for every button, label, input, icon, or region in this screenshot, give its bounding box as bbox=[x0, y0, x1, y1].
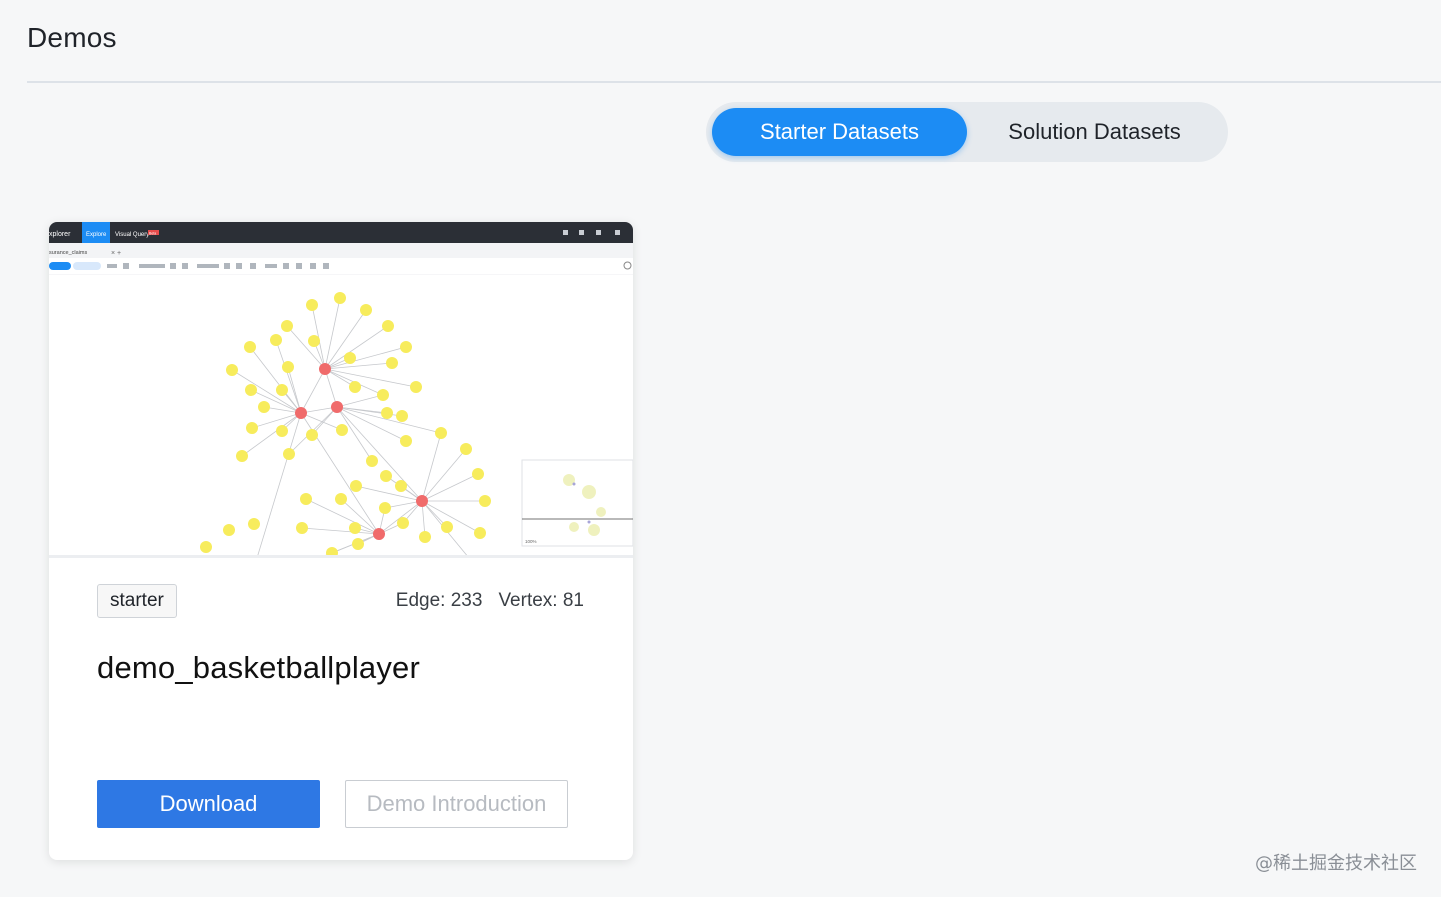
thumb-nav-explore: Explore bbox=[86, 232, 107, 238]
thumb-nav-visual-query: Visual Query bbox=[115, 232, 149, 238]
graph-node bbox=[386, 357, 398, 369]
graph-node bbox=[460, 443, 472, 455]
graph-node bbox=[350, 480, 362, 492]
demo-introduction-button[interactable]: Demo Introduction bbox=[345, 780, 568, 828]
graph-node bbox=[349, 522, 361, 534]
graph-node bbox=[246, 422, 258, 434]
graph-hub-node bbox=[319, 363, 331, 375]
graph-node bbox=[282, 361, 294, 373]
graph-node bbox=[344, 352, 356, 364]
graph-node bbox=[352, 538, 364, 550]
edge-count: Edge: 233 bbox=[395, 590, 483, 611]
graph-node bbox=[400, 341, 412, 353]
graph-node bbox=[479, 495, 491, 507]
thumb-tab-name: surance_claims bbox=[49, 250, 87, 256]
download-button[interactable]: Download bbox=[97, 780, 320, 828]
page-title: Demos bbox=[27, 22, 117, 53]
graph-node bbox=[244, 341, 256, 353]
graph-node bbox=[283, 448, 295, 460]
graph-node bbox=[308, 335, 320, 347]
graph-hub-node bbox=[416, 495, 428, 507]
graph-node bbox=[435, 427, 447, 439]
graph-node bbox=[296, 522, 308, 534]
thumb-zoom-text: 100% bbox=[525, 539, 537, 544]
dataset-name: demo_basketballplayer bbox=[97, 650, 421, 685]
tab-solution-datasets[interactable]: Solution Datasets bbox=[967, 108, 1222, 156]
graph-node bbox=[258, 401, 270, 413]
svg-text:× +: × + bbox=[111, 250, 121, 257]
graph-node bbox=[410, 381, 422, 393]
graph-node bbox=[400, 435, 412, 447]
graph-node bbox=[474, 527, 486, 539]
tab-starter-datasets[interactable]: Starter Datasets bbox=[712, 108, 967, 156]
graph-node bbox=[306, 299, 318, 311]
graph-node bbox=[281, 320, 293, 332]
graph-node bbox=[397, 517, 409, 529]
graph-node bbox=[379, 502, 391, 514]
graph-hub-node bbox=[331, 401, 343, 413]
dataset-thumbnail: xplorer Explore Visual Query Beta suranc… bbox=[49, 222, 633, 558]
graph-node bbox=[472, 468, 484, 480]
graph-node bbox=[200, 541, 212, 553]
graph-node bbox=[248, 518, 260, 530]
vertex-count: Vertex: 81 bbox=[498, 590, 584, 611]
graph-node bbox=[300, 493, 312, 505]
graph-node bbox=[381, 407, 393, 419]
header-divider bbox=[27, 81, 1441, 83]
graph-node bbox=[276, 425, 288, 437]
graph-node bbox=[360, 304, 372, 316]
graph-node bbox=[336, 424, 348, 436]
graph-node bbox=[396, 410, 408, 422]
graph-node bbox=[366, 455, 378, 467]
graph-hub-node bbox=[373, 528, 385, 540]
dataset-stats: Edge: 233 Vertex: 81 bbox=[396, 590, 584, 612]
graph-hub-node bbox=[295, 407, 307, 419]
watermark: @稀土掘金技术社区 bbox=[1255, 853, 1417, 874]
graph-node bbox=[335, 493, 347, 505]
dataset-card: xplorer Explore Visual Query Beta suranc… bbox=[49, 222, 633, 860]
graph-node bbox=[236, 450, 248, 462]
thumb-app-name: xplorer bbox=[49, 231, 71, 238]
graph-node bbox=[380, 470, 392, 482]
graph-node bbox=[377, 389, 389, 401]
graph-node bbox=[223, 524, 235, 536]
graph-node bbox=[276, 384, 288, 396]
graph-node bbox=[419, 531, 431, 543]
thumb-badge: Beta bbox=[149, 232, 156, 236]
graph-node bbox=[245, 384, 257, 396]
graph-node bbox=[226, 364, 238, 376]
graph-node bbox=[441, 521, 453, 533]
dataset-type-switch: Starter Datasets Solution Datasets bbox=[706, 102, 1228, 162]
graph-node bbox=[349, 381, 361, 393]
graph-node bbox=[395, 480, 407, 492]
dataset-tag: starter bbox=[97, 584, 177, 618]
graph-node bbox=[334, 292, 346, 304]
graph-node bbox=[270, 334, 282, 346]
graph-node bbox=[382, 320, 394, 332]
graph-node bbox=[306, 429, 318, 441]
